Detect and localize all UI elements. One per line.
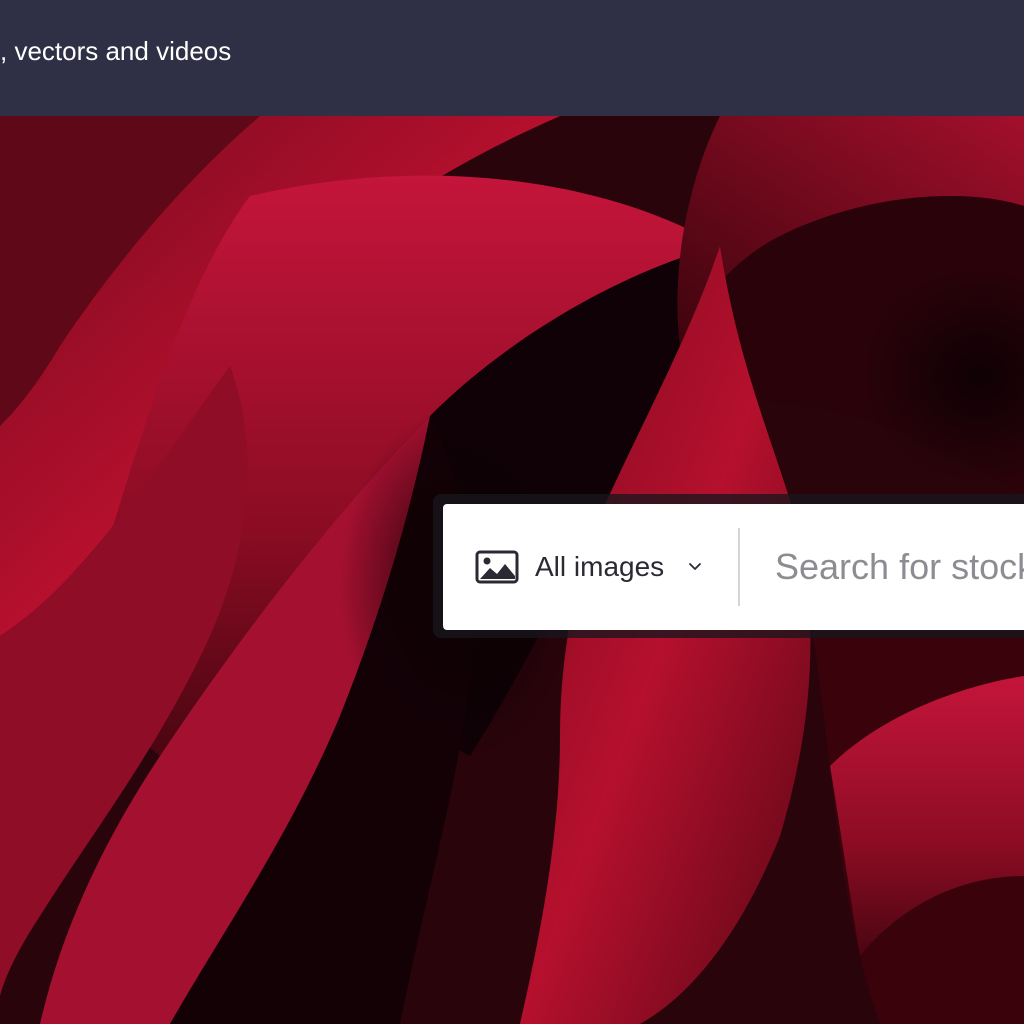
media-type-dropdown[interactable]: All images [443,504,739,630]
search-bar: All images [443,504,1024,630]
search-input[interactable] [761,542,1024,592]
banner-tagline: , vectors and videos [0,36,232,66]
chevron-down-icon [687,560,703,574]
search-divider [738,528,740,606]
media-type-label: All images [535,551,665,582]
page: , vectors and videos All images Search f… [0,0,1024,1024]
top-banner: , vectors and videos [0,0,1024,116]
image-icon [475,550,519,584]
